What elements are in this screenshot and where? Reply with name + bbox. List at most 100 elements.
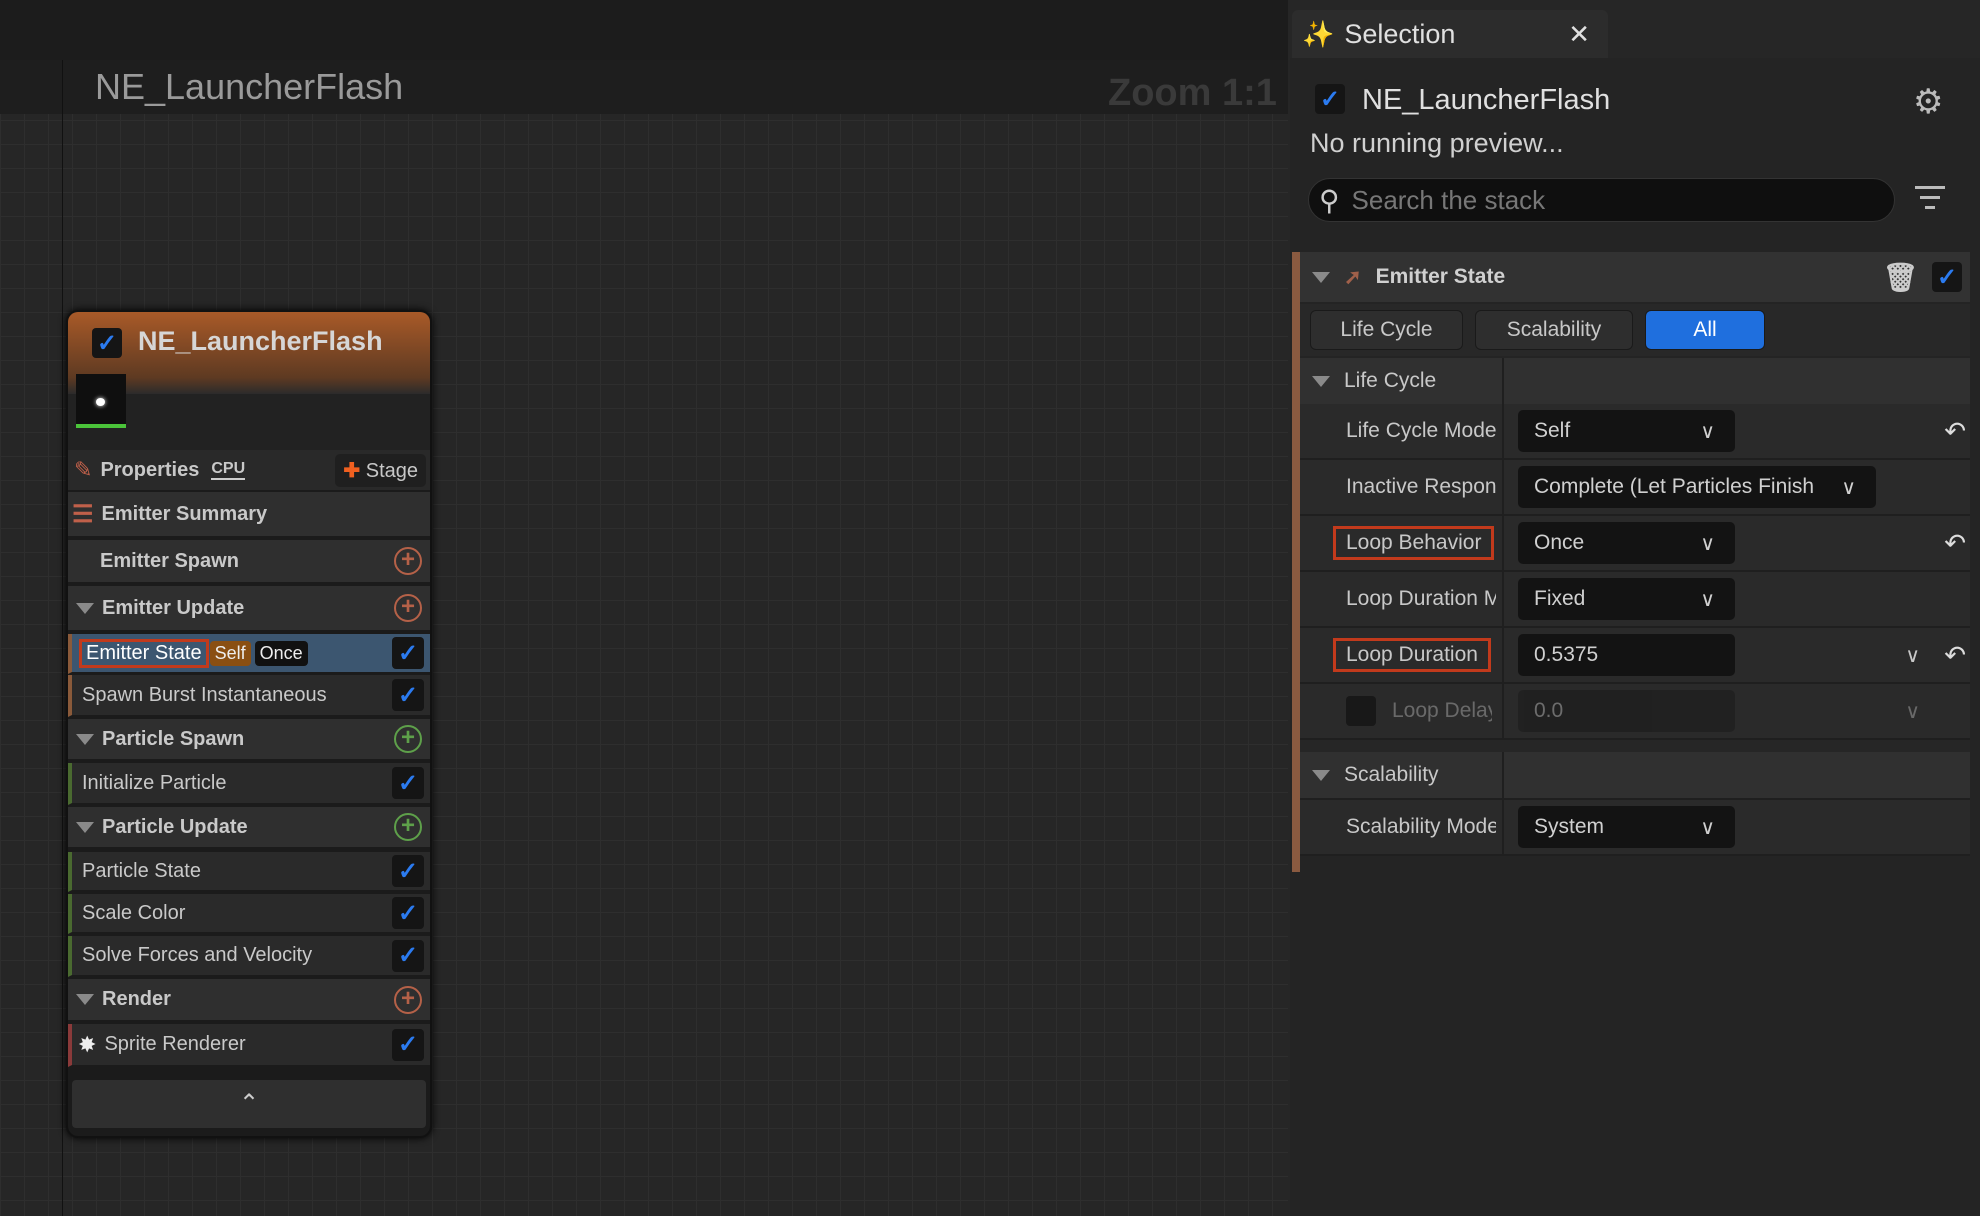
property-label: Loop Duration [1333, 638, 1491, 672]
filter-icon[interactable] [1915, 186, 1945, 216]
chevron-down-icon: ∨ [1700, 816, 1715, 839]
expand-triangle-icon[interactable] [76, 821, 94, 833]
stack-row[interactable]: Spawn Burst Instantaneous ✓ [68, 675, 430, 717]
tab-selection[interactable]: ✨ Selection ✕ [1292, 10, 1608, 58]
node-enable-checkbox[interactable]: ✓ [92, 328, 122, 358]
value-dropdown[interactable]: Once ∨ [1518, 522, 1735, 564]
search-input[interactable]: ⚲ Search the stack [1308, 178, 1895, 222]
module-enable-checkbox[interactable]: ✓ [392, 767, 424, 799]
close-icon[interactable]: ✕ [1568, 19, 1590, 50]
stack-row[interactable]: Emitter State Self Once ✓ [68, 634, 430, 674]
value-text: 0.5375 [1534, 643, 1599, 666]
module-enable-checkbox[interactable]: ✓ [392, 939, 424, 972]
value-text: 0.0 [1534, 699, 1564, 722]
node-title: NE_LauncherFlash [138, 326, 383, 356]
tab-label: Selection [1344, 18, 1456, 49]
value-text: Once [1534, 531, 1585, 554]
value-input[interactable]: 0.0 [1518, 690, 1735, 732]
search-icon: ⚲ [1319, 184, 1340, 216]
stage-label: Particle Update [102, 815, 248, 838]
value-dropdown[interactable]: System ∨ [1518, 806, 1735, 848]
expand-triangle-icon[interactable] [76, 602, 94, 614]
stack-row[interactable]: ✸ Sprite Renderer ✓ [68, 1024, 430, 1067]
chevron-down-icon: ∨ [1841, 476, 1856, 499]
property-row: Loop Duration 0.5375 ∨ ↶ [1300, 628, 1970, 684]
category-scalability[interactable]: Scalability [1300, 752, 1970, 800]
filter-all[interactable]: All [1645, 310, 1765, 350]
filter-life-cycle[interactable]: Life Cycle [1310, 310, 1463, 350]
module-enable-checkbox[interactable]: ✓ [392, 637, 424, 669]
value-dropdown[interactable]: Complete (Let Particles Finish ∨ [1518, 466, 1876, 508]
module-header[interactable]: ➚ Emitter State 🗑 ✓ [1300, 252, 1970, 302]
list-icon: ☰ [72, 500, 94, 528]
reset-icon[interactable]: ↶ [1944, 528, 1966, 559]
stack-row[interactable]: Emitter Update + [68, 586, 430, 632]
chevron-down-icon[interactable]: ∨ [1905, 699, 1920, 724]
emitter-enable-checkbox[interactable]: ✓ [1315, 84, 1345, 114]
module-label: Spawn Burst Instantaneous [82, 683, 327, 706]
stack-row[interactable]: Scale Color ✓ [68, 894, 430, 934]
value-dropdown[interactable]: Self ∨ [1518, 410, 1735, 452]
trash-icon[interactable]: 🗑 [1882, 261, 1918, 294]
module-label: Scale Color [82, 901, 186, 924]
module-icon: ➚ [1344, 265, 1362, 289]
value-input[interactable]: 0.5375 [1518, 634, 1735, 676]
stage-label: Emitter Spawn [100, 549, 239, 572]
add-stage-button[interactable]: ✚ Stage [335, 453, 426, 487]
stage-label: Stage [365, 459, 418, 482]
badge-once: Once [254, 640, 308, 666]
module-enable-checkbox[interactable]: ✓ [392, 855, 424, 887]
value-dropdown[interactable]: Fixed ∨ [1518, 578, 1735, 620]
stack-row[interactable]: Initialize Particle ✓ [68, 763, 430, 805]
add-module-button[interactable]: + [394, 725, 422, 753]
reset-icon[interactable]: ↶ [1944, 640, 1966, 671]
value-text: Self [1534, 419, 1571, 442]
stage-label: Emitter Update [102, 596, 245, 619]
module-enable-checkbox[interactable]: ✓ [392, 897, 424, 929]
module-label: Initialize Particle [82, 771, 227, 794]
module-enable-checkbox[interactable]: ✓ [392, 1028, 424, 1061]
stack-row[interactable]: Solve Forces and Velocity ✓ [68, 936, 430, 977]
collapse-triangle-icon[interactable] [1312, 271, 1330, 283]
property-row: Inactive Response Complete (Let Particles… [1300, 460, 1970, 516]
module-enable-checkbox[interactable]: ✓ [392, 679, 424, 711]
chevron-down-icon: ∨ [1700, 532, 1715, 555]
emitter-node[interactable]: ✓ NE_LauncherFlash ✎ Properties CPU ✚ St… [66, 310, 432, 1138]
category-life-cycle[interactable]: Life Cycle [1300, 358, 1970, 406]
gear-icon[interactable]: ⚙ [1913, 82, 1943, 122]
collapse-button[interactable]: ⌃ [72, 1080, 426, 1128]
sprite-icon: ✸ [78, 1031, 97, 1057]
stack-row[interactable]: Particle State ✓ [68, 852, 430, 892]
spacer [1300, 740, 1970, 752]
stage-label: Render [102, 988, 171, 1010]
selection-title: NE_LauncherFlash [1362, 84, 1611, 116]
search-placeholder: Search the stack [1351, 184, 1546, 215]
module-enable-checkbox[interactable]: ✓ [1932, 262, 1962, 292]
property-row: Loop Behavior Once ∨ ↶ [1300, 516, 1970, 572]
collapse-triangle-icon[interactable] [1312, 769, 1330, 781]
add-module-button[interactable]: + [394, 594, 422, 622]
expand-triangle-icon[interactable] [76, 733, 94, 745]
stack-row[interactable]: Particle Update + [68, 807, 430, 849]
property-label: Inactive Response [1346, 475, 1496, 498]
particles-icon: ✨ [1302, 18, 1335, 49]
filter-scalability[interactable]: Scalability [1475, 310, 1633, 350]
reset-icon[interactable]: ↶ [1944, 416, 1966, 447]
graph-toolbar [0, 0, 1288, 60]
chevron-down-icon[interactable]: ∨ [1905, 643, 1920, 668]
stack-row[interactable]: Emitter Spawn + [68, 540, 430, 584]
emitter-summary-row[interactable]: ☰ Emitter Summary [68, 492, 430, 538]
property-row: Loop Delay 0.0 ∨ [1300, 684, 1970, 740]
add-module-button[interactable]: + [394, 547, 422, 575]
expand-triangle-icon[interactable] [76, 994, 94, 1005]
add-module-button[interactable]: + [394, 813, 422, 841]
stack-row[interactable]: Render + [68, 979, 430, 1022]
property-label: Loop Behavior [1332, 526, 1495, 560]
collapse-triangle-icon[interactable] [1312, 375, 1330, 387]
module-title: Emitter State [1375, 265, 1506, 288]
module-label: Solve Forces and Velocity [82, 944, 313, 966]
add-module-button[interactable]: + [394, 985, 422, 1014]
stack-row[interactable]: Particle Spawn + [68, 719, 430, 761]
properties-row[interactable]: ✎ Properties CPU ✚ Stage [68, 450, 430, 492]
loop-delay-checkbox[interactable] [1346, 696, 1376, 726]
